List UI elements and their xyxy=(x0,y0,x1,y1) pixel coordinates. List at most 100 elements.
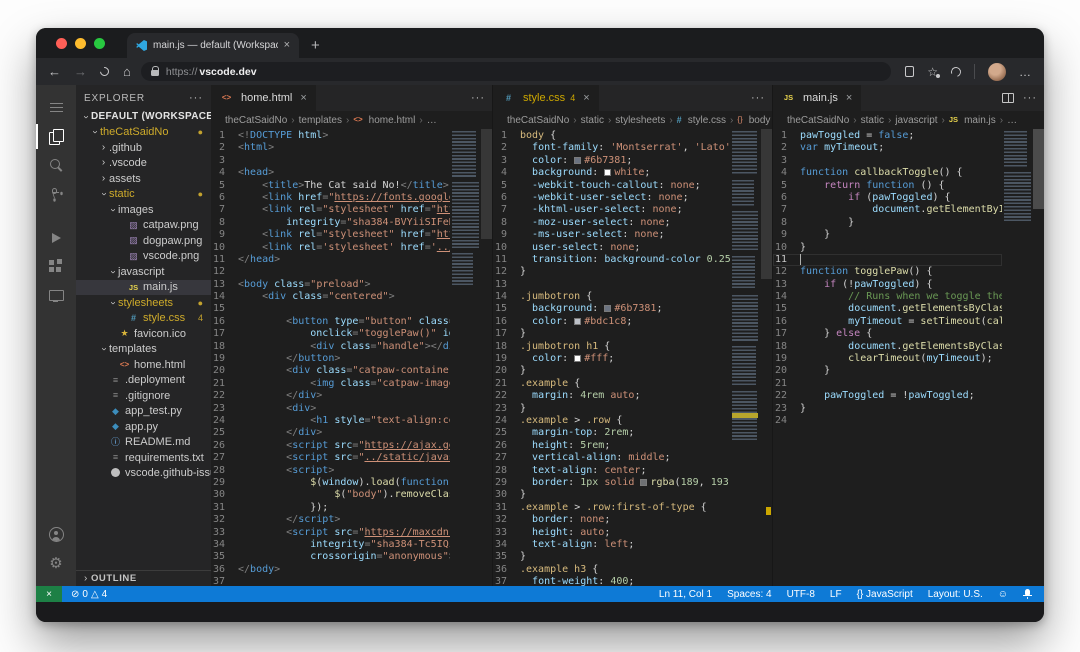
source-control-icon[interactable] xyxy=(36,180,76,209)
code-line-2[interactable]: 2<html> xyxy=(211,142,450,154)
status-indentation[interactable]: Spaces: 4 xyxy=(727,589,771,600)
code-line-37[interactable]: 37 xyxy=(211,576,450,586)
tree-item-dogpaw-png[interactable]: ▨dogpaw.png xyxy=(76,233,211,249)
back-icon[interactable]: ← xyxy=(48,65,61,78)
code-line-25[interactable]: 25 </div> xyxy=(211,427,450,439)
code-line-10[interactable]: 10 user-select: none; xyxy=(493,242,730,254)
tree-item-templates[interactable]: ›templates xyxy=(76,342,211,358)
code-line-21[interactable]: 21 xyxy=(773,378,1002,390)
code-line-24[interactable]: 24 <h1 style="text-align:center">The Cat… xyxy=(211,415,450,427)
split-editor-icon[interactable] xyxy=(1002,93,1014,103)
extensions-icon[interactable] xyxy=(36,252,76,281)
code-line-4[interactable]: 4function callbackToggle() { xyxy=(773,167,1002,179)
notifications-bell-icon[interactable] xyxy=(1023,589,1032,599)
tree-item-home-html[interactable]: <>home.html xyxy=(76,357,211,373)
code-line-24[interactable]: 24.example > .row { xyxy=(493,415,730,427)
status-keyboard-layout[interactable]: Layout: U.S. xyxy=(928,589,983,600)
refresh-icon[interactable] xyxy=(98,65,111,78)
code-line-27[interactable]: 27 vertical-align: middle; xyxy=(493,452,730,464)
tree-item-github[interactable]: ›.github xyxy=(76,140,211,156)
breadcrumb-item-home-html[interactable]: <>home.html xyxy=(353,115,415,126)
code-line-25[interactable]: 25 margin-top: 2rem; xyxy=(493,427,730,439)
code-line-30[interactable]: 30} xyxy=(493,489,730,501)
code-line-34[interactable]: 34 text-align: left; xyxy=(493,539,730,551)
code-line-7[interactable]: 7 document.getElementById("catpaw").clas… xyxy=(773,204,1002,216)
editor-actions-icon[interactable]: ··· xyxy=(471,92,485,104)
tree-item-app-test-py[interactable]: ◆app_test.py xyxy=(76,404,211,420)
code-line-8[interactable]: 8 -moz-user-select: none; xyxy=(493,217,730,229)
code-line-20[interactable]: 20 <div class="catpaw-container"> xyxy=(211,365,450,377)
code-line-37[interactable]: 37 font-weight: 400; xyxy=(493,576,730,586)
tree-item-javascript[interactable]: ›javascript xyxy=(76,264,211,280)
status-cursor-position[interactable]: Ln 11, Col 1 xyxy=(659,589,712,600)
scrollbar[interactable] xyxy=(481,129,492,239)
breadcrumb-item-main-js[interactable]: JSmain.js xyxy=(949,115,996,126)
code-line-6[interactable]: 6 -webkit-user-select: none; xyxy=(493,192,730,204)
code-line-11[interactable]: 11 xyxy=(773,254,1002,266)
close-window-button[interactable] xyxy=(56,38,67,49)
breadcrumb-item-templates[interactable]: templates xyxy=(299,115,342,126)
breadcrumb-item-thecatsaidno[interactable]: theCatSaidNo xyxy=(787,115,849,126)
editor-actions-icon[interactable]: ··· xyxy=(751,92,765,104)
breadcrumb-item-javascript[interactable]: javascript xyxy=(895,115,937,126)
code-line-19[interactable]: 19 </button> xyxy=(211,353,450,365)
code-line-36[interactable]: 36.example h3 { xyxy=(493,564,730,576)
address-bar[interactable]: https:// vscode.dev xyxy=(141,62,891,81)
tree-item-style-css[interactable]: #style.css4 xyxy=(76,311,211,327)
code-line-23[interactable]: 23} xyxy=(493,403,730,415)
code-line-9[interactable]: 9 -ms-user-select: none; xyxy=(493,229,730,241)
code-line-22[interactable]: 22 pawToggled = !pawToggled; xyxy=(773,390,1002,402)
breadcrumb-item-stylesheets[interactable]: stylesheets xyxy=(615,115,665,126)
run-debug-icon[interactable] xyxy=(36,223,76,252)
code-line-8[interactable]: 8 } xyxy=(773,217,1002,229)
code-line-36[interactable]: 36</body> xyxy=(211,564,450,576)
tree-item-static[interactable]: ›static● xyxy=(76,187,211,203)
feedback-icon[interactable]: ☺ xyxy=(998,589,1008,600)
tree-item-readme-md[interactable]: ⓘREADME.md xyxy=(76,435,211,451)
code-line-5[interactable]: 5 return function () { xyxy=(773,180,1002,192)
tree-item-default-workspace[interactable]: ›DEFAULT (WORKSPACE) xyxy=(76,109,211,125)
search-icon[interactable] xyxy=(36,151,76,180)
code-line-27[interactable]: 27 <script src="../static/javascript/mai… xyxy=(211,452,450,464)
code-line-2[interactable]: 2var myTimeout; xyxy=(773,142,1002,154)
code-line-23[interactable]: 23 <div> xyxy=(211,403,450,415)
scrollbar[interactable] xyxy=(1033,129,1044,209)
code-line-18[interactable]: 18 document.getElementsByClassName("catp… xyxy=(773,341,1002,353)
code-line-15[interactable]: 15 background: #6b7381; xyxy=(493,303,730,315)
account-icon[interactable] xyxy=(36,520,76,549)
tree-item-favicon-ico[interactable]: ★favicon.ico xyxy=(76,326,211,342)
settings-gear-icon[interactable]: ⚙ xyxy=(36,549,76,578)
code-line-35[interactable]: 35} xyxy=(493,551,730,563)
remote-indicator[interactable]: × xyxy=(36,586,62,602)
status-eol[interactable]: LF xyxy=(830,589,842,600)
code-line-6[interactable]: 6 <link href="https://fonts.googleapis.c… xyxy=(211,192,450,204)
tree-item-main-js[interactable]: JSmain.js xyxy=(76,280,211,296)
code-line-10[interactable]: 10 <link rel='stylesheet' href='../stati… xyxy=(211,242,450,254)
code-line-14[interactable]: 14 <div class="centered"> xyxy=(211,291,450,303)
status-encoding[interactable]: UTF-8 xyxy=(787,589,815,600)
forward-icon[interactable]: → xyxy=(74,65,87,78)
code-line-7[interactable]: 7 <link rel="stylesheet" href="https://m… xyxy=(211,204,450,216)
explorer-icon[interactable] xyxy=(36,122,76,151)
code-line-35[interactable]: 35 crossorigin="anonymous"></script> xyxy=(211,551,450,563)
scrollbar[interactable] xyxy=(761,129,772,279)
code-line-16[interactable]: 16 <button type="button" class="btn-togg… xyxy=(211,316,450,328)
code-line-23[interactable]: 23} xyxy=(773,403,1002,415)
code-line-19[interactable]: 19 color: #fff; xyxy=(493,353,730,365)
code-line-15[interactable]: 15 xyxy=(211,303,450,315)
code-line-7[interactable]: 7 -khtml-user-select: none; xyxy=(493,204,730,216)
code-line-26[interactable]: 26 <script src="https://ajax.googleapis.… xyxy=(211,440,450,452)
minimap[interactable] xyxy=(1004,131,1032,227)
code-line-12[interactable]: 12 xyxy=(211,266,450,278)
code-line-28[interactable]: 28 <script> xyxy=(211,465,450,477)
tree-item-stylesheets[interactable]: ›stylesheets● xyxy=(76,295,211,311)
browser-tab[interactable]: main.js — default (Workspace) × xyxy=(127,33,299,58)
tree-item-vscode-github-issues[interactable]: vscode.github-issues xyxy=(76,466,211,482)
tree-item-assets[interactable]: ›assets xyxy=(76,171,211,187)
code-line-12[interactable]: 12} xyxy=(493,266,730,278)
close-icon[interactable]: × xyxy=(300,92,306,104)
code-line-3[interactable]: 3 color: #6b7381; xyxy=(493,155,730,167)
code-line-9[interactable]: 9 <link rel="stylesheet" href="https://u… xyxy=(211,229,450,241)
code-line-11[interactable]: 11 transition: background-color 0.25s; xyxy=(493,254,730,266)
close-icon[interactable]: × xyxy=(583,92,589,104)
